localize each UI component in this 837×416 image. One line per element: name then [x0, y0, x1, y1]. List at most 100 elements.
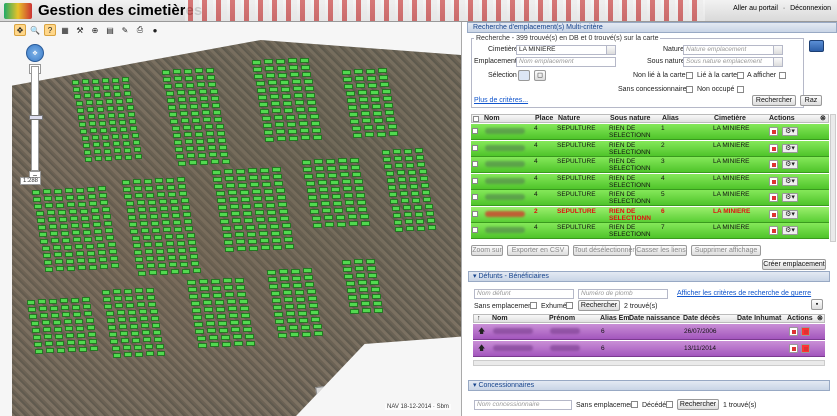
- grave-plot[interactable]: [89, 201, 98, 206]
- grave-plot[interactable]: [241, 312, 250, 318]
- grave-plot[interactable]: [155, 178, 163, 184]
- grave-plot[interactable]: [355, 76, 365, 82]
- grave-plot[interactable]: [181, 268, 190, 274]
- col-nom[interactable]: Nom: [484, 115, 500, 123]
- grave-plot[interactable]: [292, 86, 302, 92]
- grave-plot[interactable]: [366, 68, 375, 74]
- grave-plot[interactable]: [66, 195, 75, 201]
- export-csv-button[interactable]: Exporter en CSV: [507, 245, 569, 256]
- grave-plot[interactable]: [397, 177, 406, 183]
- grave-plot[interactable]: [248, 238, 257, 244]
- col-place[interactable]: Place: [535, 115, 553, 123]
- grave-plot[interactable]: [306, 289, 316, 295]
- grave-plot[interactable]: [123, 84, 131, 89]
- grave-plot[interactable]: [281, 283, 291, 289]
- grave-plot[interactable]: [108, 113, 115, 119]
- grave-plot[interactable]: [320, 194, 329, 200]
- grave-plot[interactable]: [249, 175, 259, 181]
- grave-plot[interactable]: [57, 347, 66, 353]
- grave-plot[interactable]: [357, 280, 367, 286]
- grave-plot[interactable]: [33, 335, 41, 340]
- grave-plot[interactable]: [300, 324, 310, 330]
- grave-plot[interactable]: [42, 253, 51, 258]
- col-date-inhumation[interactable]: Date Inhumat: [737, 315, 781, 323]
- table-row[interactable]: 4 SEPULTURE RIEN DE SELECTIONNE 2 LA MINIERE…: [471, 140, 829, 157]
- grave-plot[interactable]: [275, 188, 285, 193]
- pan-compass-icon[interactable]: ✥: [26, 44, 44, 62]
- grave-plot[interactable]: [404, 148, 412, 154]
- grave-plot[interactable]: [216, 130, 225, 136]
- grave-plot[interactable]: [191, 110, 200, 116]
- grave-plot[interactable]: [300, 128, 309, 134]
- edit-icon[interactable]: [769, 209, 778, 219]
- grave-plot[interactable]: [126, 105, 134, 110]
- grave-plot[interactable]: [100, 200, 109, 206]
- grave-plot[interactable]: [67, 265, 76, 271]
- edit-icon[interactable]: [769, 226, 778, 235]
- grave-plot[interactable]: [306, 188, 316, 193]
- defunts-add-button[interactable]: ▪: [811, 299, 823, 310]
- grave-plot[interactable]: [93, 85, 101, 91]
- grave-plot[interactable]: [136, 200, 145, 206]
- grave-plot[interactable]: [237, 291, 247, 297]
- grave-plot[interactable]: [207, 328, 217, 334]
- grave-plot[interactable]: [116, 105, 124, 111]
- col-alias[interactable]: Alias: [662, 115, 679, 123]
- cimetiere-select[interactable]: LA MINIERE: [516, 45, 616, 55]
- grave-plot[interactable]: [405, 155, 414, 161]
- grave-plot[interactable]: [103, 85, 111, 91]
- grave-plot[interactable]: [44, 260, 52, 265]
- grave-plot[interactable]: [95, 156, 103, 162]
- grave-plot[interactable]: [304, 85, 314, 91]
- grave-plot[interactable]: [242, 203, 251, 209]
- grave-plot[interactable]: [40, 313, 49, 319]
- grave-plot[interactable]: [221, 158, 230, 164]
- grave-plot[interactable]: [285, 114, 295, 120]
- grave-plot[interactable]: [62, 237, 71, 243]
- a-afficher-checkbox[interactable]: [779, 72, 786, 79]
- grave-plot[interactable]: [291, 268, 300, 274]
- grave-plot[interactable]: [73, 311, 82, 317]
- grave-plot[interactable]: [372, 103, 381, 109]
- zoom-slider[interactable]: [29, 66, 43, 171]
- grave-plot[interactable]: [297, 114, 307, 120]
- grave-plot[interactable]: [60, 298, 68, 304]
- grave-plot[interactable]: [341, 179, 351, 185]
- grave-plot[interactable]: [74, 94, 82, 99]
- grave-plot[interactable]: [361, 301, 371, 307]
- grave-plot[interactable]: [346, 288, 356, 293]
- grave-plot[interactable]: [389, 192, 398, 197]
- grave-plot[interactable]: [212, 285, 222, 291]
- grave-plot[interactable]: [243, 210, 253, 216]
- grave-plot[interactable]: [288, 325, 298, 331]
- grave-plot[interactable]: [299, 317, 309, 323]
- grave-plot[interactable]: [72, 304, 81, 310]
- grave-plot[interactable]: [223, 278, 232, 284]
- grave-plot[interactable]: [395, 227, 404, 232]
- grave-plot[interactable]: [315, 166, 325, 172]
- col-date-deces[interactable]: Date décès: [683, 315, 720, 323]
- grave-plot[interactable]: [146, 256, 155, 262]
- grave-plot[interactable]: [132, 243, 141, 248]
- grave-plot[interactable]: [225, 176, 235, 182]
- grave-plot[interactable]: [180, 111, 189, 117]
- grave-plot[interactable]: [84, 236, 93, 242]
- grave-plot[interactable]: [202, 110, 211, 116]
- reset-button[interactable]: Raz: [800, 95, 822, 106]
- grave-plot[interactable]: [112, 77, 119, 83]
- grave-plot[interactable]: [147, 263, 156, 269]
- grave-plot[interactable]: [343, 267, 353, 272]
- grave-plot[interactable]: [141, 323, 149, 329]
- grave-plot[interactable]: [364, 132, 374, 138]
- grave-plot[interactable]: [306, 92, 315, 98]
- grave-plot[interactable]: [170, 269, 179, 275]
- grave-plot[interactable]: [169, 262, 178, 268]
- lie-checkbox[interactable]: [737, 72, 744, 79]
- grave-plot[interactable]: [76, 187, 84, 193]
- grave-plot[interactable]: [77, 258, 85, 264]
- grave-plot[interactable]: [186, 82, 195, 88]
- grave-plot[interactable]: [111, 134, 119, 140]
- grave-plot[interactable]: [188, 96, 197, 102]
- grave-plot[interactable]: [360, 294, 369, 300]
- grave-plot[interactable]: [27, 300, 35, 305]
